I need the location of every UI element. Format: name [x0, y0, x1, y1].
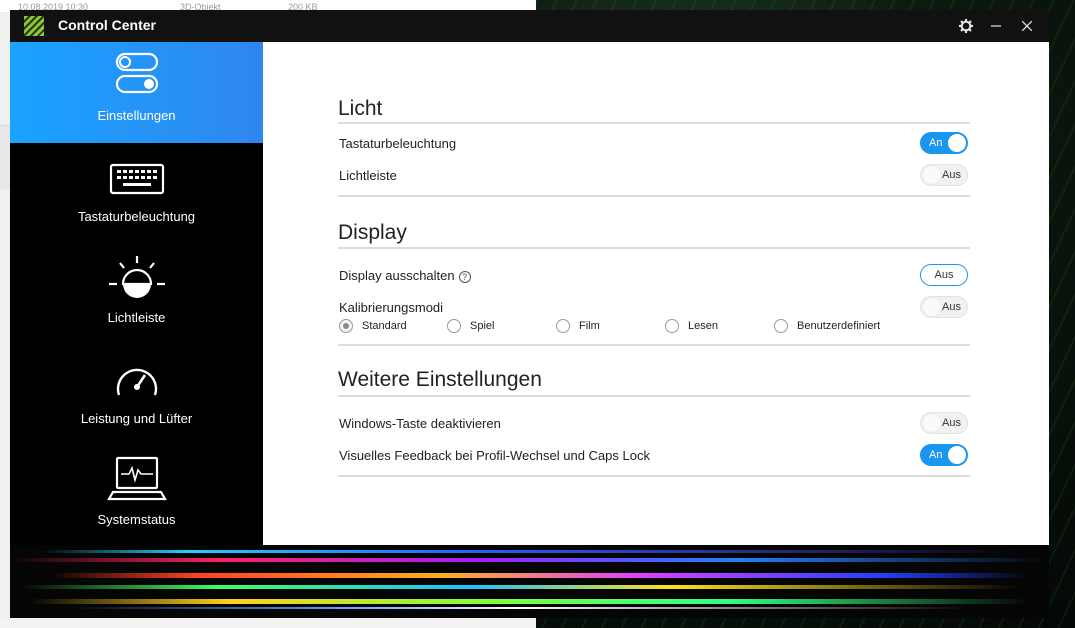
sidebar-item-tastaturbeleuchtung[interactable]: Tastaturbeleuchtung	[10, 143, 263, 244]
radio-standard[interactable]: Standard	[339, 319, 407, 333]
windows-taste-toggle[interactable]: Aus	[920, 412, 968, 434]
sidebar-item-einstellungen[interactable]: Einstellungen	[10, 42, 263, 143]
help-icon[interactable]: ?	[458, 271, 471, 283]
control-center-window: Control Center Einstellungen Tastaturbel…	[10, 10, 1049, 618]
tastaturbeleuchtung-toggle[interactable]: An	[920, 132, 968, 154]
sidebar-item-label: Systemstatus	[97, 512, 176, 527]
kalibrierungsmodi-label: Kalibrierungsmodi	[339, 300, 444, 315]
keyboard-icon	[109, 163, 164, 195]
section-divider	[338, 344, 970, 346]
sidebar-item-systemstatus[interactable]: Systemstatus	[10, 446, 263, 547]
rgb-lightbar-banner	[10, 545, 1049, 618]
display-ausschalten-label: Display ausschalten?	[339, 268, 471, 283]
background-window-edge	[0, 125, 10, 189]
display-ausschalten-button[interactable]: Aus	[920, 264, 968, 286]
radio-lesen[interactable]: Lesen	[665, 319, 718, 333]
sidebar-item-lichtleiste[interactable]: Lichtleiste	[10, 244, 263, 345]
radio-spiel[interactable]: Spiel	[447, 319, 494, 333]
section-divider	[338, 247, 970, 249]
lichtleiste-toggle[interactable]: Aus	[920, 164, 968, 186]
tastaturbeleuchtung-label: Tastaturbeleuchtung	[339, 136, 457, 151]
settings-panel: Licht Tastaturbeleuchtung An Lichtleiste…	[263, 42, 1049, 545]
gauge-icon	[116, 368, 157, 396]
sidebar-item-label: Einstellungen	[97, 108, 176, 123]
section-divider	[338, 395, 970, 397]
laptop-monitor-icon	[106, 456, 167, 501]
windows-taste-label: Windows-Taste deaktivieren	[339, 416, 501, 431]
kalibrierungsmodi-toggle[interactable]: Aus	[920, 296, 968, 318]
sidebar-item-label: Lichtleiste	[107, 310, 166, 325]
section-title-display: Display	[338, 221, 407, 244]
radio-benutzerdefiniert[interactable]: Benutzerdefiniert	[774, 319, 880, 333]
section-divider	[338, 122, 970, 124]
calibration-mode-group: Standard Spiel Film Lesen Benutzerdefini…	[339, 319, 959, 335]
sidebar-item-label: Leistung und Lüfter	[80, 411, 193, 426]
section-divider	[338, 475, 970, 477]
radio-film[interactable]: Film	[556, 319, 600, 333]
title-bar[interactable]: Control Center	[10, 10, 1049, 42]
visuelles-feedback-toggle[interactable]: An	[920, 444, 968, 466]
section-title-licht: Licht	[338, 97, 383, 120]
app-logo-icon	[24, 16, 44, 36]
close-icon[interactable]	[1015, 14, 1039, 38]
gear-icon[interactable]	[954, 14, 978, 38]
lichtleiste-label: Lichtleiste	[339, 168, 397, 183]
section-title-weitere-einstellungen: Weitere Einstellungen	[338, 368, 542, 391]
visuelles-feedback-label: Visuelles Feedback bei Profil-Wechsel un…	[339, 448, 650, 463]
app-title: Control Center	[58, 17, 156, 33]
section-divider	[338, 195, 970, 197]
sidebar-nav: Einstellungen Tastaturbeleuchtung Lichtl…	[10, 42, 263, 545]
toggles-icon	[115, 52, 158, 94]
minimize-icon[interactable]	[984, 14, 1008, 38]
lightbar-icon	[108, 256, 165, 298]
sidebar-item-leistung-und-luefter[interactable]: Leistung und Lüfter	[10, 345, 263, 446]
sidebar-item-label: Tastaturbeleuchtung	[77, 209, 196, 224]
background-window-bottom	[0, 618, 536, 628]
